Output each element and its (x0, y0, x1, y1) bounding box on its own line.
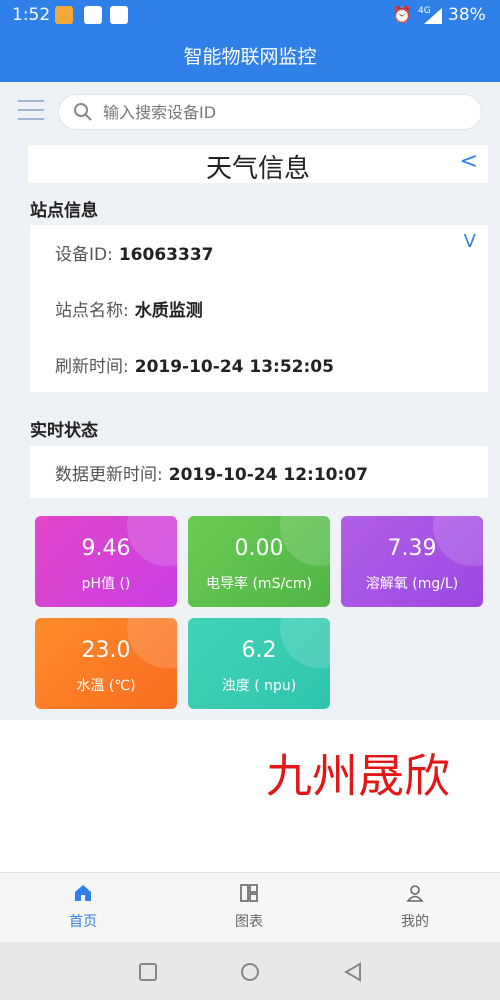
search-icon (74, 103, 92, 121)
recent-apps-icon[interactable] (137, 961, 159, 983)
back-icon[interactable]: < (460, 149, 478, 174)
app-bar: 智能物联网监控 (0, 32, 500, 82)
metric-tile-conductivity[interactable]: 0.00 电导率 (mS/cm) (188, 516, 330, 607)
taobao-notification-icon (55, 6, 73, 24)
signal-icon (424, 8, 442, 24)
nav-home-label: 首页 (69, 914, 97, 930)
metric-tile-water-temperature[interactable]: 23.0 水温 (℃) (35, 618, 177, 709)
chart-icon (240, 884, 258, 902)
metric-label: 溶解氧 (mg/L) (365, 576, 459, 592)
update-time-row: 数据更新时间: 2019-10-24 12:10:07 (55, 460, 368, 485)
refresh-time-row: 刷新时间: 2019-10-24 13:52:05 (55, 352, 334, 377)
user-icon (406, 885, 424, 902)
metric-value: 23.0 (81, 638, 131, 663)
metric-label: pH值 () (81, 576, 131, 592)
weather-header: 天气信息 < (28, 145, 488, 184)
metric-value: 9.46 (81, 536, 131, 561)
realtime-status-card: 数据更新时间: 2019-10-24 12:10:07 (30, 446, 488, 498)
refresh-time-label: 刷新时间: (55, 357, 129, 377)
mail-notification-icon (110, 6, 128, 24)
update-time-label: 数据更新时间: (55, 465, 163, 485)
refresh-time-value: 2019-10-24 13:52:05 (134, 357, 334, 377)
nav-chart-label: 图表 (235, 914, 263, 930)
metric-label: 水温 (℃) (76, 678, 136, 694)
status-time: 1:52 (12, 5, 51, 25)
update-time-value: 2019-10-24 12:10:07 (168, 465, 368, 485)
metric-tile-dissolved-oxygen[interactable]: 7.39 溶解氧 (mg/L) (341, 516, 483, 607)
search-input[interactable] (103, 99, 463, 125)
metric-value: 7.39 (387, 536, 437, 561)
device-id-value: 16063337 (118, 245, 214, 265)
metric-label: 浊度 ( npu) (221, 678, 297, 694)
search-row (0, 82, 500, 140)
device-id-row: 设备ID: 16063337 (55, 240, 213, 265)
station-name-value: 水质监测 (134, 301, 203, 321)
nav-item-chart[interactable]: 图表 (204, 883, 294, 931)
hamburger-menu-icon[interactable] (18, 100, 44, 122)
nav-item-mine[interactable]: 我的 (370, 883, 460, 931)
status-bar: 1:52 ⏰ 4G 38% (0, 0, 500, 32)
gallery-notification-icon (84, 6, 102, 24)
home-icon (75, 885, 91, 901)
station-info-card: V 设备ID: 16063337 站点名称: 水质监测 刷新时间: 2019-10-2… (30, 225, 488, 392)
watermark-text: 九州晟欣 (266, 749, 450, 803)
metric-tile-turbidity[interactable]: 6.2 浊度 ( npu) (188, 618, 330, 709)
weather-title: 天气信息 (205, 154, 310, 184)
alarm-icon: ⏰ (392, 5, 412, 24)
battery-level: 38% (448, 5, 486, 25)
metric-value: 6.2 (241, 638, 277, 663)
nav-mine-label: 我的 (401, 914, 429, 930)
device-id-label: 设备ID: (55, 245, 113, 265)
station-name-row: 站点名称: 水质监测 (55, 296, 203, 321)
home-button-icon[interactable] (239, 961, 261, 983)
system-nav-bar (0, 942, 500, 1000)
metric-value: 0.00 (234, 536, 284, 561)
app-title: 智能物联网监控 (183, 46, 317, 68)
chevron-down-icon[interactable]: V (464, 231, 476, 252)
metric-tile-ph[interactable]: 9.46 pH值 () (35, 516, 177, 607)
metric-label: 电导率 (mS/cm) (206, 576, 312, 592)
realtime-status-title: 实时状态 (30, 421, 98, 441)
nav-item-home[interactable]: 首页 (38, 883, 128, 931)
bottom-nav: 首页 图表 我的 (0, 872, 500, 942)
station-name-label: 站点名称: (55, 301, 129, 321)
station-info-title: 站点信息 (30, 201, 98, 221)
search-box[interactable] (58, 94, 482, 130)
back-button-icon[interactable] (342, 961, 364, 983)
